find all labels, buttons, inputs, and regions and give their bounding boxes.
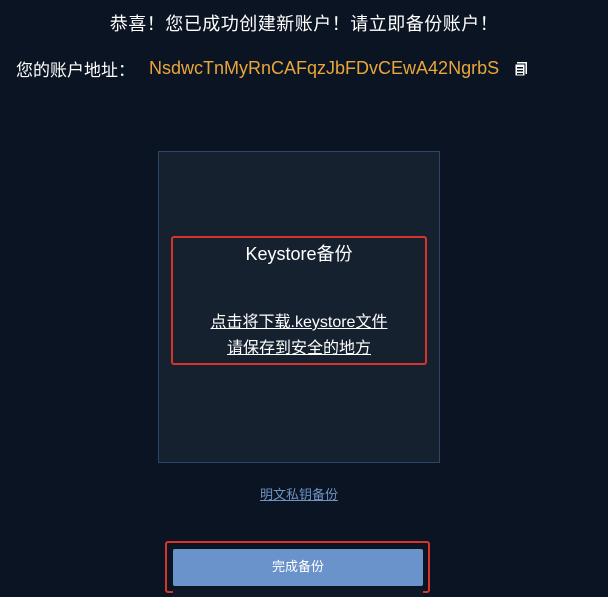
address-label: 您的账户地址： (16, 61, 135, 81)
congrats-message: 恭喜！您已成功创建新账户！请立即备份账户！ (109, 14, 499, 35)
next-element-edge (173, 589, 423, 597)
backup-page: 恭喜！您已成功创建新账户！请立即备份账户！ 您的账户地址： NsdwcTnMyR… (0, 0, 608, 597)
keystore-download-link[interactable]: 点击将下载.keystore文件 (171, 308, 427, 332)
plain-private-key-backup-link[interactable]: 明文私钥备份 (0, 484, 598, 503)
keystore-title: Keystore备份 (245, 244, 353, 264)
keystore-save-link[interactable]: 请保存到安全的地方 (171, 334, 427, 358)
copy-icon[interactable] (514, 61, 529, 77)
account-address-row: 您的账户地址： NsdwcTnMyRnCAFqzJbFDvCEwA42NgrbS (16, 56, 529, 81)
finish-backup-button[interactable]: 完成备份 (173, 549, 423, 586)
address-value[interactable]: NsdwcTnMyRnCAFqzJbFDvCEwA42NgrbS (149, 58, 499, 79)
